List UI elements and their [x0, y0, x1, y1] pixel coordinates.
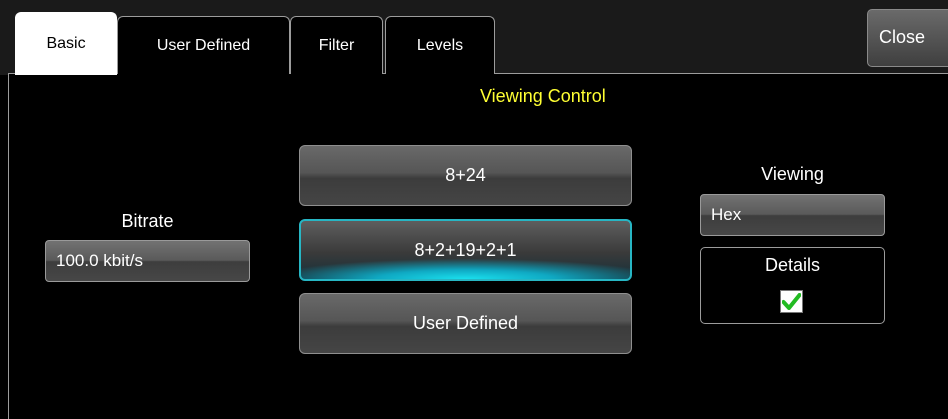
tab-filter[interactable]: Filter	[290, 16, 383, 74]
tab-basic[interactable]: Basic	[15, 12, 117, 75]
viewing-label: Viewing	[761, 164, 824, 184]
frame-8-2-19-2-1-button[interactable]: 8+2+19+2+1	[299, 219, 632, 281]
frame-8-24-button[interactable]: 8+24	[299, 145, 632, 206]
tab-user-defined[interactable]: User Defined	[117, 16, 290, 74]
decoder-setup-dialog: Basic User Defined Filter Levels Close V…	[0, 0, 948, 419]
bitrate-field[interactable]: 100.0 kbit/s	[45, 240, 250, 282]
details-checkbox[interactable]	[780, 290, 803, 313]
checkmark-icon	[782, 293, 801, 310]
details-label: Details	[764, 255, 821, 275]
frame-user-defined-button[interactable]: User Defined	[299, 293, 632, 354]
details-group: Details	[700, 247, 885, 324]
viewing-control-title: Viewing Control	[480, 86, 606, 106]
viewing-select[interactable]: Hex	[700, 194, 885, 236]
bitrate-label: Bitrate	[121, 211, 174, 231]
tab-levels[interactable]: Levels	[385, 16, 495, 74]
close-button[interactable]: Close	[867, 9, 948, 67]
